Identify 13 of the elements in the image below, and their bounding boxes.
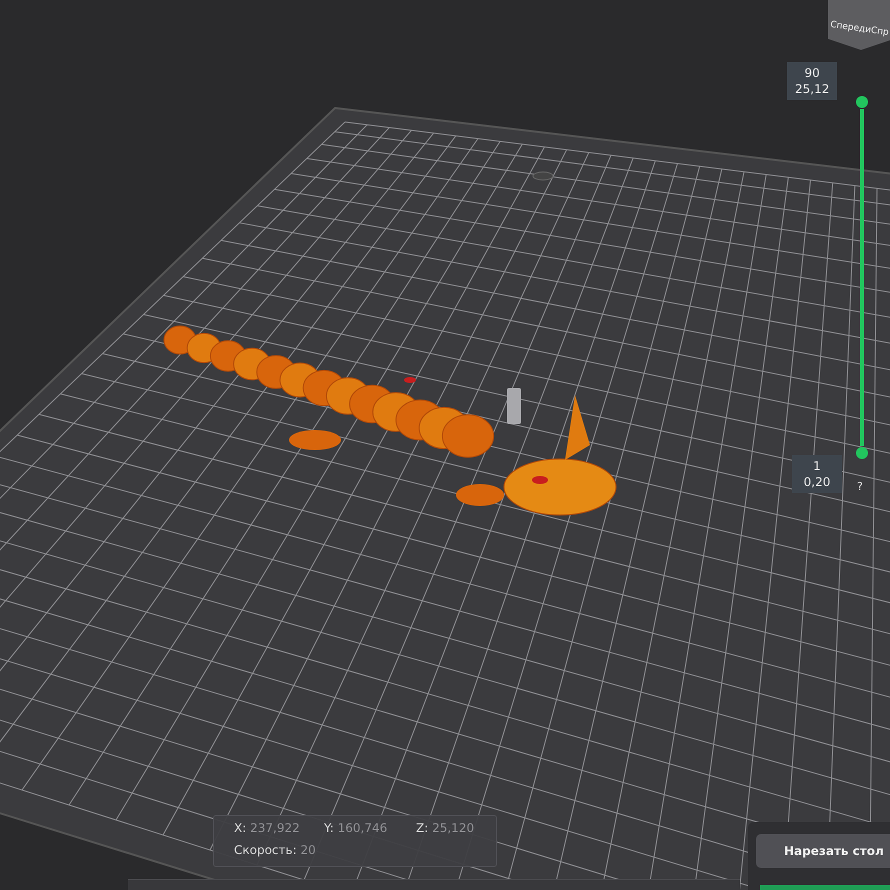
layer-number: 1 (812, 458, 822, 474)
help-link[interactable]: ? (857, 480, 863, 493)
post-drawing (507, 388, 521, 424)
speed-readout: Скорость: 20 (234, 843, 317, 859)
coordinate-readout: Y: 160,746 (324, 821, 388, 837)
layer-height: 0,20 (802, 474, 832, 490)
layer-slider-track[interactable] (860, 109, 864, 446)
coordinate-readout: Z: 25,120 (416, 821, 476, 837)
layer-height: 25,12 (795, 81, 830, 97)
upper-layer-handle[interactable] (856, 96, 868, 108)
layer-number: 90 (804, 65, 821, 81)
coordinate-readout: X: 237,922 (234, 821, 301, 837)
slice-button[interactable]: Нарезать стол (756, 834, 890, 868)
